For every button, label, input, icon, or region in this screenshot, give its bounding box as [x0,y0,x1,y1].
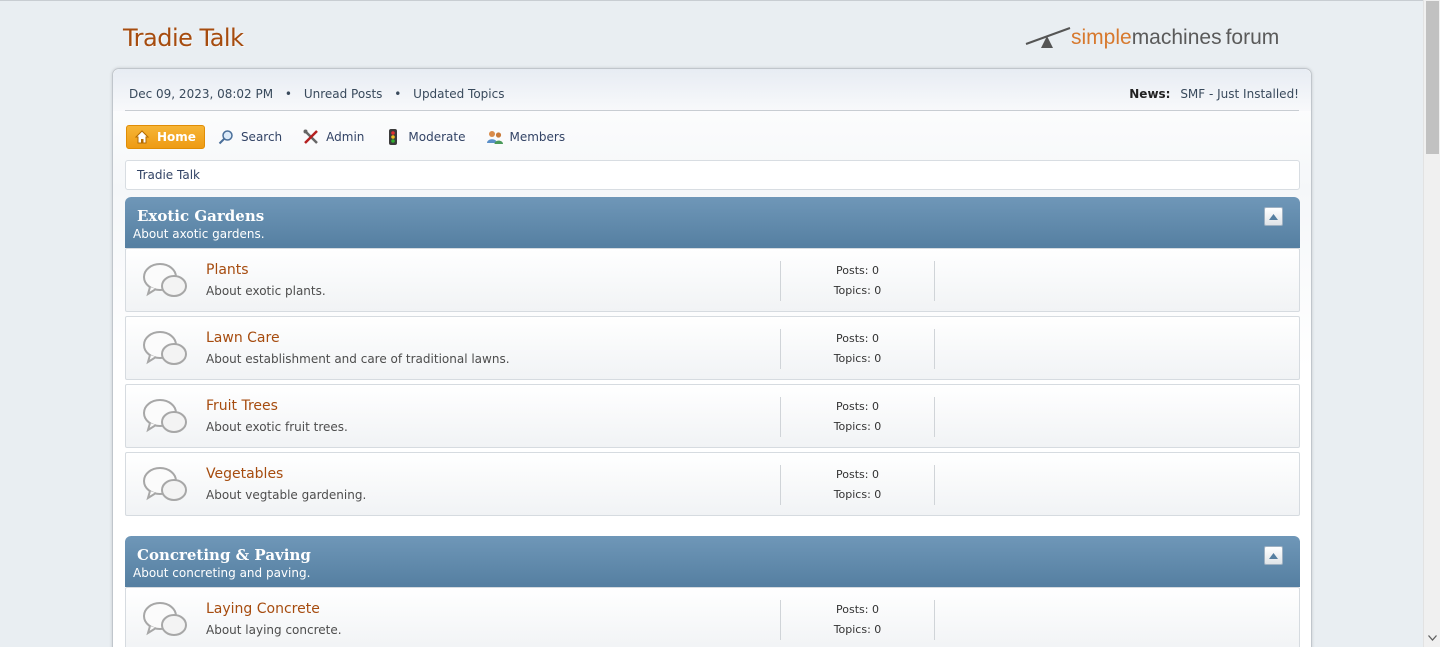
vertical-scrollbar[interactable] [1423,0,1440,647]
logo-word-simple: simple [1071,26,1132,49]
board-topics-count: Topics: 0 [833,420,882,433]
category-header-concreting-paving: Concreting & Paving About concreting and… [125,536,1300,587]
news-ticker: News: SMF - Just Installed! [1129,87,1299,101]
menu-item-search[interactable]: Search [211,125,290,149]
category-header-exotic-gardens: Exotic Gardens About axotic gardens. [125,197,1300,248]
menu-item-admin[interactable]: Admin [296,125,372,149]
board-row-lawn-care: Lawn Care About establishment and care o… [125,316,1300,380]
tools-icon [302,128,320,146]
menu-label-members: Members [509,130,566,144]
scrollbar-thumb[interactable] [1426,1,1439,154]
board-posts-count: Posts: 0 [836,603,879,616]
site-title[interactable]: Tradie Talk [123,24,244,52]
seesaw-logo-icon [1025,27,1071,48]
category-description: About concreting and paving. [133,566,311,580]
menu-item-home[interactable]: Home [126,125,205,149]
chevron-up-icon [1269,213,1278,220]
board-name-link[interactable]: Fruit Trees [206,398,278,414]
smf-logo[interactable]: simple machines forum [1025,24,1279,52]
news-label: News: [1129,87,1171,101]
breadcrumb-item-home[interactable]: Tradie Talk [137,168,200,182]
collapse-category-button[interactable] [1264,546,1283,565]
board-description: About vegtable gardening. [206,488,367,502]
breadcrumb: Tradie Talk [125,160,1300,190]
speech-bubbles-icon [142,465,188,507]
chevron-up-icon [1269,552,1278,559]
main-wrapper: Dec 09, 2023, 08:02 PM • Unread Posts • … [112,68,1312,647]
speech-bubbles-icon [142,397,188,439]
menu-label-moderate: Moderate [408,130,466,144]
speech-bubbles-icon [142,600,188,642]
unread-posts-link[interactable]: Unread Posts [304,87,383,101]
board-description: About exotic fruit trees. [206,420,348,434]
board-row-fruit-trees: Fruit Trees About exotic fruit trees. Po… [125,384,1300,448]
board-posts-count: Posts: 0 [836,332,879,345]
menu-label-home: Home [157,130,196,144]
collapse-category-button[interactable] [1264,207,1283,226]
top-info-bar: Dec 09, 2023, 08:02 PM • Unread Posts • … [113,69,1311,111]
speech-bubbles-icon [142,329,188,371]
category-title[interactable]: Concreting & Paving [137,546,311,564]
board-topics-count: Topics: 0 [833,488,882,501]
board-topics-count: Topics: 0 [833,284,882,297]
board-stats: Posts: 0 Topics: 0 [780,465,935,505]
menu-item-moderate[interactable]: Moderate [378,125,473,149]
scroll-down-arrow-icon[interactable] [1428,635,1437,644]
board-name-link[interactable]: Laying Concrete [206,601,320,617]
board-posts-count: Posts: 0 [836,468,879,481]
traffic-light-icon [384,128,402,146]
board-stats: Posts: 0 Topics: 0 [780,329,935,369]
board-stats: Posts: 0 Topics: 0 [780,600,935,640]
board-posts-count: Posts: 0 [836,264,879,277]
window-top-border [0,0,1424,1]
members-icon [486,128,504,146]
board-row-laying-concrete: Laying Concrete About laying concrete. P… [125,587,1300,647]
category-description: About axotic gardens. [133,227,265,241]
board-posts-count: Posts: 0 [836,400,879,413]
board-row-plants: Plants About exotic plants. Posts: 0 Top… [125,248,1300,312]
top-info-left: Dec 09, 2023, 08:02 PM • Unread Posts • … [129,87,505,101]
speech-bubbles-icon [142,261,188,303]
menu-item-members[interactable]: Members [480,125,574,149]
main-menu: Home Search Admin Moderate Members [126,125,579,149]
menu-label-admin: Admin [326,130,365,144]
news-text: SMF - Just Installed! [1180,87,1299,101]
logo-word-forum: forum [1225,26,1280,49]
menu-label-search: Search [240,130,283,144]
board-description: About exotic plants. [206,284,326,298]
board-row-vegetables: Vegetables About vegtable gardening. Pos… [125,452,1300,516]
updated-topics-link[interactable]: Updated Topics [413,87,504,101]
board-stats: Posts: 0 Topics: 0 [780,261,935,301]
board-name-link[interactable]: Plants [206,262,249,278]
current-datetime: Dec 09, 2023, 08:02 PM [129,87,274,101]
logo-word-machines: machines [1131,26,1222,49]
category-title[interactable]: Exotic Gardens [137,207,264,225]
board-topics-count: Topics: 0 [833,623,882,636]
board-description: About establishment and care of traditio… [206,352,510,366]
board-name-link[interactable]: Vegetables [206,466,283,482]
board-name-link[interactable]: Lawn Care [206,330,280,346]
search-icon [217,128,235,146]
board-stats: Posts: 0 Topics: 0 [780,397,935,437]
board-topics-count: Topics: 0 [833,352,882,365]
home-icon [133,128,151,146]
board-description: About laying concrete. [206,623,342,637]
